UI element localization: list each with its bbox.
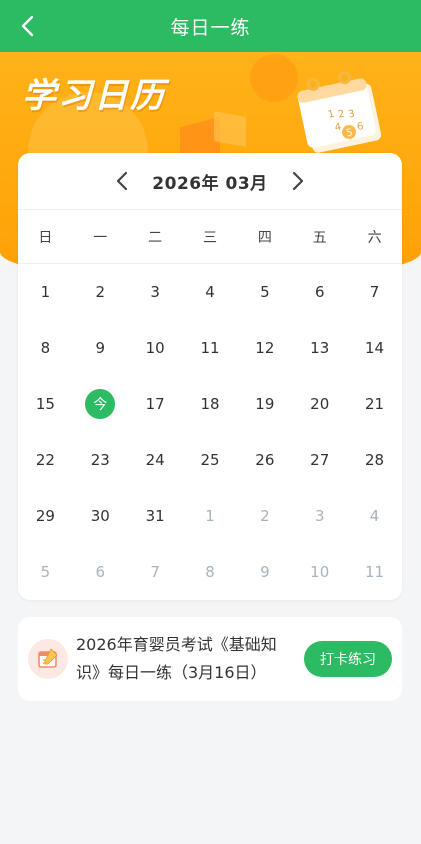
weekday-label: 六 (367, 229, 382, 246)
calendar-day[interactable]: 1 (18, 264, 73, 320)
calendar-day[interactable]: 3 (292, 488, 347, 544)
calendar-pencil-icon (28, 639, 68, 679)
calendar-day[interactable]: 5 (18, 544, 73, 600)
calendar-day[interactable]: 25 (183, 432, 238, 488)
chevron-left-icon (116, 171, 128, 191)
weekday-label: 一 (93, 229, 108, 246)
calendar-day[interactable]: 26 (237, 432, 292, 488)
year-month-label: 2026年 03月 (152, 173, 268, 194)
chevron-right-icon (292, 171, 304, 191)
calendar-day[interactable]: 18 (183, 376, 238, 432)
page-title: 每日一练 (170, 16, 251, 39)
calendar-day[interactable]: 24 (128, 432, 183, 488)
weekday-label: 三 (202, 229, 217, 246)
calendar-day[interactable]: 1 (183, 488, 238, 544)
calendar-day-today[interactable]: 今 (73, 376, 128, 432)
back-button[interactable] (14, 12, 40, 40)
calendar-day[interactable]: 13 (292, 320, 347, 376)
calendar-day[interactable]: 29 (18, 488, 73, 544)
today-marker: 今 (85, 389, 116, 419)
calendar-day[interactable]: 30 (73, 488, 128, 544)
prev-month-button[interactable] (110, 169, 134, 193)
calendar-day[interactable]: 4 (347, 488, 402, 544)
calendar-day[interactable]: 2 (237, 488, 292, 544)
calendar-day[interactable]: 23 (73, 432, 128, 488)
weekday-label: 四 (257, 229, 272, 246)
calendar-day[interactable]: 14 (347, 320, 402, 376)
banner-decoration-orb (250, 54, 298, 102)
calendar-day[interactable]: 22 (18, 432, 73, 488)
daily-practice-card[interactable]: 2026年育婴员考试《基础知识》每日一练（3月16日） 打卡练习 (18, 617, 402, 701)
calendar-day[interactable]: 9 (237, 544, 292, 600)
weekday-row: 日 一 二 三 四 五 六 (18, 210, 402, 264)
calendar-day[interactable]: 8 (18, 320, 73, 376)
calendar-day[interactable]: 3 (128, 264, 183, 320)
calendar-day[interactable]: 11 (183, 320, 238, 376)
calendar-day[interactable]: 2 (73, 264, 128, 320)
calendar-day[interactable]: 27 (292, 432, 347, 488)
calendar-day[interactable]: 4 (183, 264, 238, 320)
calendar-day[interactable]: 9 (73, 320, 128, 376)
banner-decoration-block (214, 111, 246, 147)
calendar-day[interactable]: 7 (128, 544, 183, 600)
calendar-day[interactable]: 12 (237, 320, 292, 376)
calendar-day[interactable]: 7 (347, 264, 402, 320)
calendar-day[interactable]: 19 (237, 376, 292, 432)
weekday-label: 五 (312, 229, 327, 246)
calendar-day[interactable]: 6 (73, 544, 128, 600)
weekday-label: 二 (148, 229, 163, 246)
next-month-button[interactable] (286, 169, 310, 193)
days-grid: 1 2 3 4 5 6 7 8 9 10 11 12 13 14 15 今 17 18 19 20 21 22 23 24 25… (18, 264, 402, 600)
calendar-day[interactable]: 21 (347, 376, 402, 432)
calendar-header: 2026年 03月 (18, 153, 402, 210)
practice-title: 2026年育婴员考试《基础知识》每日一练（3月16日） (76, 635, 277, 682)
calendar-day[interactable]: 11 (347, 544, 402, 600)
calendar-card: 2026年 03月 日 一 二 三 四 五 六 1 2 3 4 5 6 7 8 9 10 11 12 1… (18, 153, 402, 600)
check-in-practice-button[interactable]: 打卡练习 (304, 641, 392, 677)
calendar-day[interactable]: 10 (128, 320, 183, 376)
calendar-day[interactable]: 28 (347, 432, 402, 488)
top-bar: 每日一练 (0, 0, 421, 52)
calendar-day[interactable]: 8 (183, 544, 238, 600)
calendar-day[interactable]: 31 (128, 488, 183, 544)
calendar-day[interactable]: 20 (292, 376, 347, 432)
weekday-label: 日 (38, 229, 53, 246)
desk-calendar-icon: 1 2 3 4 5 6 (297, 71, 382, 153)
calendar-day[interactable]: 15 (18, 376, 73, 432)
calendar-day[interactable]: 10 (292, 544, 347, 600)
banner-brand-text: 学习日历 (22, 76, 166, 116)
calendar-day[interactable]: 5 (237, 264, 292, 320)
calendar-day[interactable]: 17 (128, 376, 183, 432)
chevron-left-icon (21, 15, 34, 37)
calendar-day[interactable]: 6 (292, 264, 347, 320)
